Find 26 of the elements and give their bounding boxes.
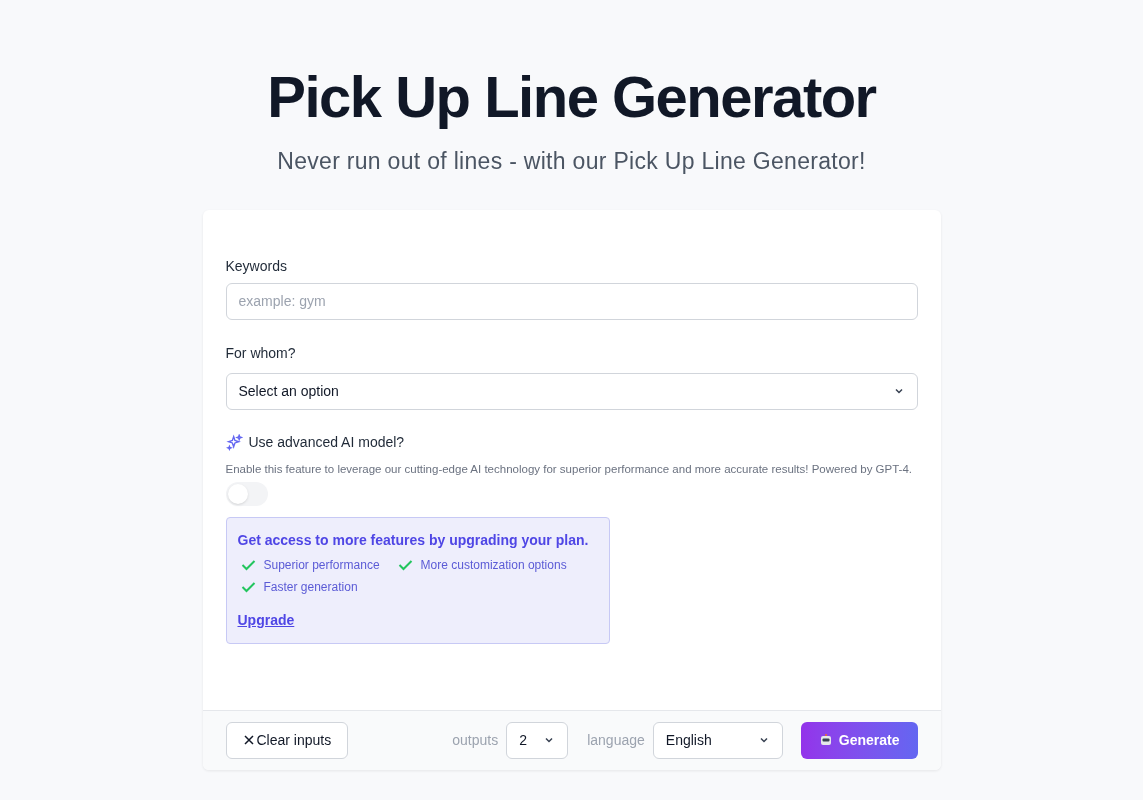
feature-text: Superior performance bbox=[263, 556, 380, 574]
checkmark-icon bbox=[397, 558, 413, 571]
feature-text: More customization options bbox=[420, 556, 567, 574]
checkmark-icon bbox=[240, 558, 256, 571]
checkmark-icon bbox=[240, 580, 256, 593]
for-whom-select[interactable]: Select an option bbox=[225, 372, 918, 410]
field-label: Keywords bbox=[225, 256, 288, 276]
close-icon bbox=[242, 734, 255, 746]
generate-button[interactable]: Generate bbox=[800, 721, 918, 759]
keywords-field[interactable]: example: gym bbox=[225, 282, 918, 320]
language-label: language bbox=[587, 730, 645, 750]
upgrade-link[interactable]: Upgrade bbox=[237, 609, 295, 631]
outputs-select[interactable]: 2 bbox=[506, 721, 569, 759]
sparkles-icon bbox=[225, 433, 243, 451]
advanced-toggle[interactable] bbox=[225, 481, 268, 506]
robot-icon bbox=[818, 733, 833, 747]
upgrade-title: Get access to more features by upgrading your plan. bbox=[237, 530, 590, 550]
page-title: Pick Up Line Generator bbox=[267, 63, 876, 131]
page-subtitle: Never run out of lines - with our Pick Up Line Generator! bbox=[277, 147, 866, 176]
language-select[interactable]: English bbox=[652, 721, 783, 759]
feature-text: Faster generation bbox=[263, 578, 358, 596]
clear-inputs-button[interactable]: Clear inputs bbox=[225, 721, 349, 759]
outputs-label: outputs bbox=[452, 730, 499, 750]
advanced-label: Use advanced AI model? bbox=[248, 432, 405, 452]
advanced-description: Enable this feature to leverage our cutting-edge AI technology for superior performance and more accurate results! Powered by GPT-4. bbox=[225, 461, 914, 476]
field-label: For whom? bbox=[225, 343, 297, 363]
